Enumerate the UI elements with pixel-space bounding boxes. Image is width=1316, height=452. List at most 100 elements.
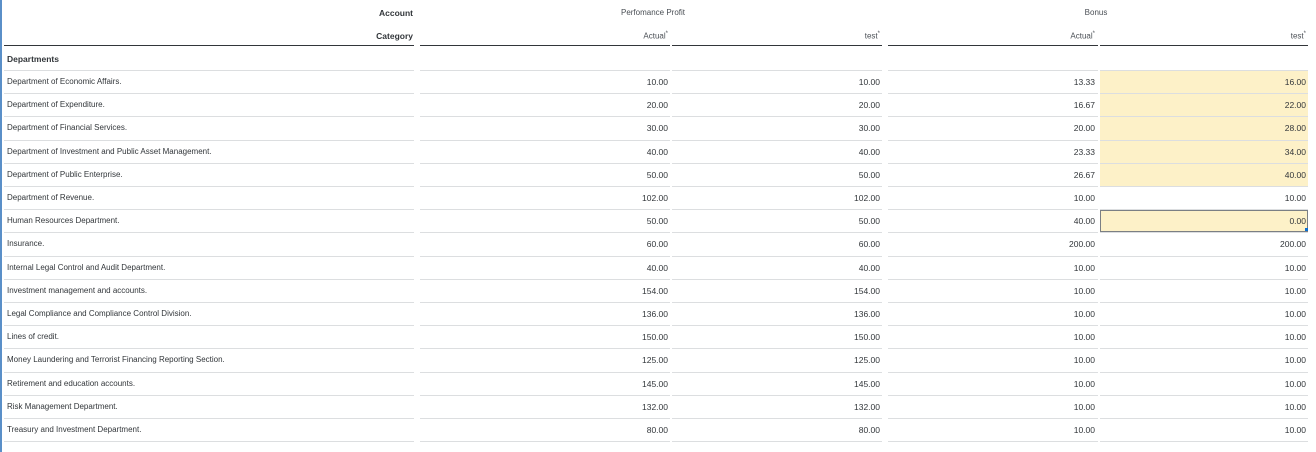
row-divider (420, 278, 670, 280)
data-cell[interactable]: 10.00 (890, 263, 1095, 273)
row-divider (420, 418, 670, 419)
data-cell[interactable]: 26.67 (890, 170, 1095, 180)
data-cell[interactable]: 20.00 (420, 100, 668, 110)
header-version-actual-2[interactable]: Actual* (890, 31, 1095, 41)
data-cell[interactable]: 40.00 (1100, 170, 1306, 180)
data-cell[interactable]: 10.00 (890, 309, 1095, 319)
data-cell[interactable]: 50.00 (672, 216, 880, 226)
data-cell[interactable]: 10.00 (1100, 193, 1306, 203)
data-cell[interactable]: 60.00 (672, 239, 880, 249)
data-cell[interactable]: 154.00 (420, 286, 668, 296)
data-cell[interactable]: 10.00 (1100, 286, 1306, 296)
row-divider (420, 70, 670, 71)
header-version-test-1[interactable]: test* (672, 31, 880, 41)
data-cell[interactable]: 50.00 (420, 170, 668, 180)
data-cell[interactable]: 10.00 (890, 425, 1095, 435)
row-divider (672, 371, 882, 373)
row-header-label[interactable]: Department of Public Enterprise. (7, 170, 123, 179)
data-cell[interactable]: 50.00 (672, 170, 880, 180)
row-header-label[interactable]: Insurance. (7, 239, 44, 248)
data-cell[interactable]: 80.00 (420, 425, 668, 435)
data-cell[interactable]: 136.00 (672, 309, 880, 319)
data-cell[interactable]: 132.00 (420, 402, 668, 412)
header-account-label[interactable]: Account (300, 8, 413, 18)
selection-handle[interactable] (1305, 228, 1308, 232)
header-version-actual-1[interactable]: Actual* (420, 31, 668, 41)
data-cell[interactable]: 20.00 (890, 123, 1095, 133)
data-cell[interactable]: 22.00 (1100, 100, 1306, 110)
data-cell[interactable]: 150.00 (420, 332, 668, 342)
data-cell[interactable]: 20.00 (672, 100, 880, 110)
row-header-label[interactable]: Department of Expenditure. (7, 100, 105, 109)
row-divider (672, 394, 882, 396)
data-cell[interactable]: 40.00 (420, 263, 668, 273)
group-label-departments[interactable]: Departments (7, 54, 59, 64)
row-header-label[interactable]: Human Resources Department. (7, 216, 120, 225)
data-cell[interactable]: 30.00 (420, 123, 668, 133)
data-cell[interactable]: 40.00 (420, 147, 668, 157)
data-cell[interactable]: 50.00 (420, 216, 668, 226)
data-cell[interactable]: 30.00 (672, 123, 880, 133)
data-cell[interactable]: 80.00 (672, 425, 880, 435)
data-cell[interactable]: 102.00 (672, 193, 880, 203)
data-cell[interactable]: 125.00 (420, 355, 668, 365)
data-cell[interactable]: 40.00 (672, 147, 880, 157)
data-cell[interactable]: 132.00 (672, 402, 880, 412)
data-cell[interactable]: 200.00 (1100, 239, 1306, 249)
data-cell[interactable]: 40.00 (672, 263, 880, 273)
data-cell[interactable]: 10.00 (1100, 355, 1306, 365)
data-cell[interactable]: 145.00 (420, 379, 668, 389)
data-cell[interactable]: 0.00 (1100, 216, 1306, 226)
row-divider (4, 255, 414, 257)
data-cell[interactable]: 145.00 (672, 379, 880, 389)
row-header-label[interactable]: Lines of credit. (7, 332, 59, 341)
row-header-label[interactable]: Department of Economic Affairs. (7, 77, 122, 86)
row-header-label[interactable]: Department of Financial Services. (7, 123, 127, 132)
row-header-label[interactable]: Investment management and accounts. (7, 286, 147, 295)
row-header-label[interactable]: Money Laundering and Terrorist Financing… (7, 355, 225, 364)
row-header-label[interactable]: Retirement and education accounts. (7, 379, 135, 388)
row-header-label[interactable]: Treasury and Investment Department. (7, 425, 141, 434)
data-cell[interactable]: 10.00 (1100, 425, 1306, 435)
data-cell[interactable]: 10.00 (890, 193, 1095, 203)
row-divider (420, 116, 670, 118)
data-cell[interactable]: 10.00 (890, 355, 1095, 365)
data-cell[interactable]: 10.00 (890, 332, 1095, 342)
data-cell[interactable]: 102.00 (420, 193, 668, 203)
row-header-label[interactable]: Department of Investment and Public Asse… (7, 147, 212, 156)
header-category-label[interactable]: Category (300, 31, 413, 41)
row-header-label[interactable]: Internal Legal Control and Audit Departm… (7, 263, 165, 272)
data-cell[interactable]: 10.00 (1100, 402, 1306, 412)
data-cell[interactable]: 200.00 (890, 239, 1095, 249)
data-cell[interactable]: 10.00 (420, 77, 668, 87)
row-header-label[interactable]: Risk Management Department. (7, 402, 118, 411)
header-version-test-2[interactable]: test* (1100, 31, 1306, 41)
header-measure-bonus[interactable]: Bonus (890, 8, 1302, 17)
row-divider (1100, 232, 1308, 234)
data-cell[interactable]: 16.00 (1100, 77, 1306, 87)
data-cell[interactable]: 10.00 (1100, 263, 1306, 273)
data-cell[interactable]: 10.00 (890, 402, 1095, 412)
row-header-label[interactable]: Legal Compliance and Compliance Control … (7, 309, 192, 318)
row-divider (4, 418, 414, 419)
data-cell[interactable]: 10.00 (1100, 332, 1306, 342)
data-cell[interactable]: 10.00 (1100, 379, 1306, 389)
data-cell[interactable]: 10.00 (672, 77, 880, 87)
data-cell[interactable]: 34.00 (1100, 147, 1306, 157)
data-cell[interactable]: 150.00 (672, 332, 880, 342)
data-cell[interactable]: 125.00 (672, 355, 880, 365)
data-cell[interactable]: 60.00 (420, 239, 668, 249)
row-header-label[interactable]: Department of Revenue. (7, 193, 94, 202)
data-cell[interactable]: 13.33 (890, 77, 1095, 87)
data-cell[interactable]: 136.00 (420, 309, 668, 319)
data-cell[interactable]: 154.00 (672, 286, 880, 296)
header-measure-performance-profit[interactable]: Perfomance Profit (420, 8, 886, 17)
data-cell[interactable]: 16.67 (890, 100, 1095, 110)
data-cell[interactable]: 28.00 (1100, 123, 1306, 133)
data-cell[interactable]: 23.33 (890, 147, 1095, 157)
data-cell[interactable]: 10.00 (1100, 309, 1306, 319)
data-cell[interactable]: 10.00 (890, 286, 1095, 296)
data-cell[interactable]: 10.00 (890, 379, 1095, 389)
required-marker: * (665, 31, 668, 37)
data-cell[interactable]: 40.00 (890, 216, 1095, 226)
